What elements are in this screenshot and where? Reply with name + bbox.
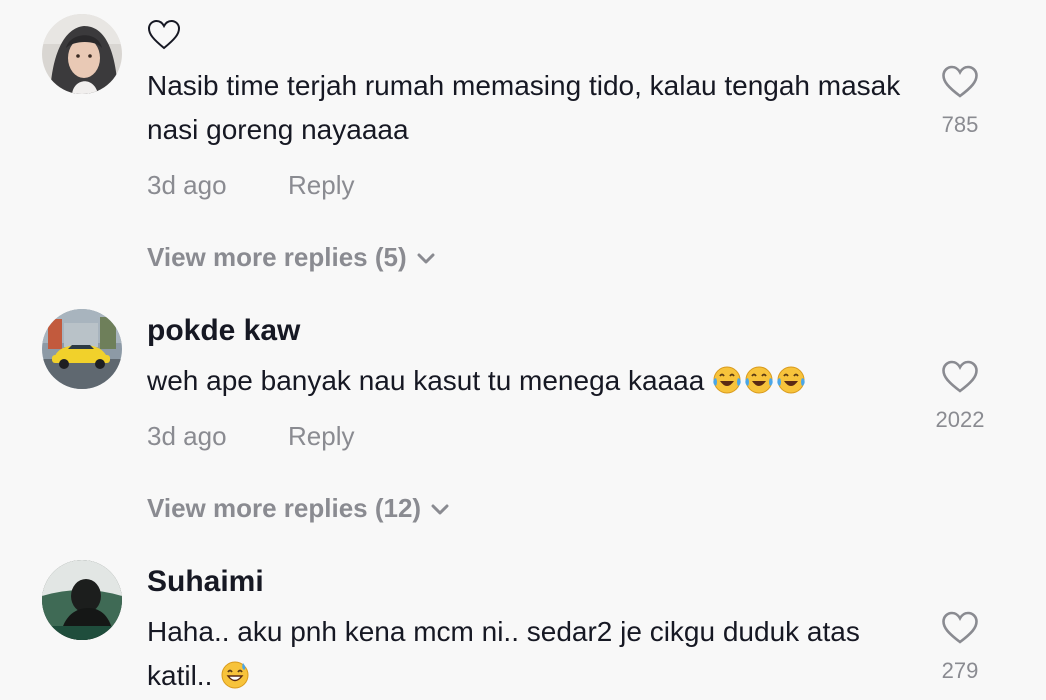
chevron-down-icon bbox=[417, 253, 435, 264]
avatar[interactable] bbox=[42, 14, 122, 94]
like-count: 785 bbox=[941, 112, 979, 137]
comment-time: 3d ago bbox=[147, 421, 227, 451]
view-more-replies-label: View more replies (5) bbox=[147, 242, 407, 272]
face-with-tears-of-joy-icon bbox=[777, 366, 805, 394]
avatar[interactable] bbox=[42, 560, 122, 640]
heart-outline-icon[interactable] bbox=[941, 359, 979, 395]
view-more-replies-button[interactable]: View more replies (5) bbox=[147, 242, 435, 273]
like-count: 2022 bbox=[935, 407, 985, 432]
comment-meta: 3d ago Reply bbox=[147, 421, 354, 452]
view-more-replies-button[interactable]: View more replies (12) bbox=[147, 493, 449, 524]
heart-outline-icon[interactable] bbox=[941, 610, 979, 646]
chevron-down-icon bbox=[431, 504, 449, 515]
heart-outline-icon bbox=[147, 19, 181, 50]
face-with-tears-of-joy-icon bbox=[713, 366, 741, 394]
face-with-tears-of-joy-icon bbox=[745, 366, 773, 394]
comment-emojis bbox=[712, 365, 808, 396]
comment-text: Haha.. aku pnh kena mcm ni.. sedar2 je c… bbox=[147, 616, 860, 691]
like-control: 785 bbox=[920, 64, 1000, 138]
view-more-replies-label: View more replies (12) bbox=[147, 493, 422, 523]
grinning-face-with-sweat-icon bbox=[221, 661, 249, 689]
comment-meta: 3d ago Reply bbox=[147, 170, 354, 201]
comment-username[interactable]: Suhaimi bbox=[147, 565, 264, 599]
avatar[interactable] bbox=[42, 309, 122, 389]
comment-emojis bbox=[220, 660, 252, 691]
like-control: 279 bbox=[920, 610, 1000, 684]
heart-outline-icon[interactable] bbox=[941, 64, 979, 100]
reply-button[interactable]: Reply bbox=[288, 170, 354, 201]
comment-time: 3d ago bbox=[147, 170, 227, 200]
like-control: 2022 bbox=[920, 359, 1000, 433]
comment-text: weh ape banyak nau kasut tu menega kaaaa bbox=[147, 359, 917, 403]
comment-username[interactable]: pokde kaw bbox=[147, 314, 300, 348]
comment-text: Nasib time terjah rumah memasing tido, k… bbox=[147, 70, 901, 145]
like-count: 279 bbox=[941, 658, 979, 683]
reply-button[interactable]: Reply bbox=[288, 421, 354, 452]
